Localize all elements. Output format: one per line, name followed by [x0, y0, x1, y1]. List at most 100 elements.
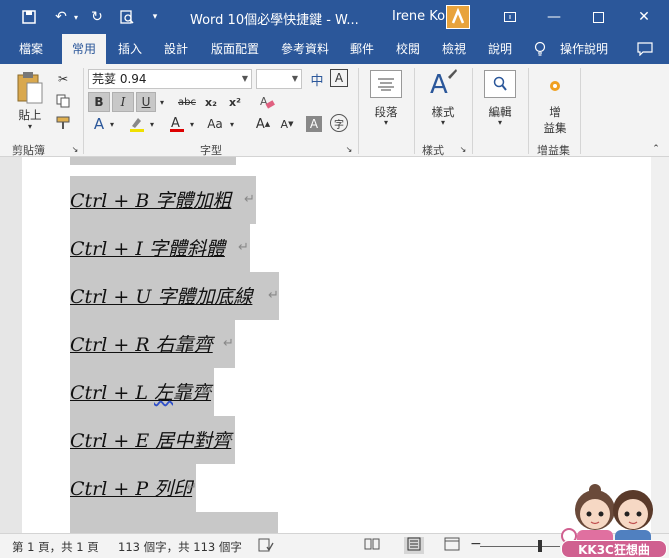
tab-references[interactable]: 參考資料 [274, 34, 336, 64]
ribbon-tabs: 檔案 常用 插入 設計 版面配置 參考資料 郵件 校閱 檢視 說明 操作說明 [0, 34, 669, 64]
document-line-text: Ctrl + L 左靠齊 [70, 378, 211, 405]
document-line-partial[interactable] [70, 157, 236, 165]
tab-file[interactable]: 檔案 [8, 34, 54, 64]
separator [528, 68, 529, 154]
document-line[interactable]: Ctrl + L 左靠齊 ↵ [70, 368, 214, 416]
text-effects-dropdown-icon[interactable]: ▾ [106, 114, 118, 134]
close-icon[interactable]: ✕ [624, 4, 664, 30]
phonetic-guide-button[interactable]: 中 [306, 69, 328, 89]
clear-formatting-icon[interactable]: A [256, 92, 278, 112]
editing-dropdown-icon[interactable]: ▾ [492, 118, 508, 127]
enclose-characters-button[interactable]: 字 [330, 114, 348, 132]
subscript-button[interactable]: x₂ [200, 92, 222, 112]
tab-review[interactable]: 校閱 [388, 34, 428, 64]
ribbon-display-icon[interactable] [490, 4, 530, 30]
maximize-icon[interactable] [578, 4, 618, 30]
undo-dropdown-icon[interactable]: ▾ [70, 6, 82, 28]
tab-home[interactable]: 常用 [62, 34, 106, 64]
font-color-icon[interactable]: A [166, 114, 188, 134]
paragraph-dropdown-icon[interactable]: ▾ [378, 118, 394, 127]
svg-text:A: A [430, 70, 448, 100]
paragraph-mark-icon: ↵ [244, 192, 255, 207]
spelling-flagged-text: 左 [154, 382, 174, 404]
lightbulb-icon[interactable] [534, 41, 548, 57]
read-mode-icon[interactable] [364, 537, 380, 554]
watermark-mascot: KK3C狂想曲 [557, 474, 669, 558]
proofing-icon[interactable] [258, 537, 274, 556]
change-case-button[interactable]: Aa [204, 114, 226, 134]
tab-view[interactable]: 檢視 [434, 34, 474, 64]
superscript-button[interactable]: x² [224, 92, 246, 112]
character-border-button[interactable]: A [330, 69, 348, 87]
bold-button[interactable]: B [88, 92, 110, 112]
paste-icon[interactable] [14, 70, 46, 106]
underline-button[interactable]: U [136, 92, 156, 112]
customize-toolbar-icon[interactable]: ▾ [142, 6, 168, 28]
tell-me-search[interactable]: 操作說明 [560, 34, 608, 64]
document-line[interactable]: Ctrl + U 字體加底線 ↵ [70, 272, 279, 320]
minimize-icon[interactable]: — [534, 4, 574, 30]
change-case-dropdown-icon[interactable]: ▾ [226, 114, 238, 134]
paste-dropdown-icon[interactable]: ▾ [22, 122, 38, 131]
document-line[interactable]: Ctrl + R 右靠齊 ↵ [70, 320, 235, 368]
highlight-dropdown-icon[interactable]: ▾ [146, 114, 158, 134]
tab-layout[interactable]: 版面配置 [204, 34, 266, 64]
page-count[interactable]: 第 1 頁，共 1 頁 [12, 539, 99, 555]
copy-icon[interactable] [54, 92, 72, 110]
font-size-combo[interactable]: ▼ [256, 69, 302, 89]
print-layout-icon[interactable] [404, 537, 424, 554]
highlight-color-icon[interactable] [126, 114, 148, 134]
addins-label-line2[interactable]: 益集 [535, 120, 575, 136]
document-line-text: Ctrl + R 右靠齊 [70, 334, 213, 356]
font-launcher-icon[interactable]: ↘ [344, 144, 354, 154]
character-shading-button[interactable]: A [306, 116, 322, 132]
shrink-font-button[interactable]: A ▼ [276, 114, 298, 134]
addins-icon[interactable] [540, 72, 570, 100]
collapse-ribbon-icon[interactable]: ⌃ [650, 144, 662, 154]
cut-icon[interactable]: ✂ [54, 70, 72, 88]
font-name-combo[interactable]: 芫荽 0.94 ▼ [88, 69, 252, 89]
watermark-text: KK3C狂想曲 [561, 540, 667, 558]
document-line[interactable]: Ctrl + I 字體斜體 ↵ [70, 224, 250, 272]
addins-group-label: 增益集 [537, 144, 570, 157]
paragraph-mark-icon: ↵ [186, 480, 197, 495]
word-count[interactable]: 113 個字，共 113 個字 [118, 539, 242, 555]
styles-dropdown-icon[interactable]: ▾ [435, 118, 451, 127]
format-painter-icon[interactable] [54, 114, 72, 132]
font-size-dropdown-icon[interactable]: ▼ [292, 70, 298, 88]
italic-button[interactable]: I [112, 92, 134, 112]
styles-icon[interactable]: A [426, 68, 460, 102]
paste-label[interactable]: 貼上 [15, 107, 45, 123]
svg-text:A: A [171, 116, 180, 131]
styles-launcher-icon[interactable]: ↘ [458, 144, 468, 154]
zoom-slider-thumb[interactable] [538, 540, 542, 552]
print-preview-icon[interactable] [114, 6, 140, 28]
paragraph-icon[interactable] [370, 70, 402, 98]
underline-dropdown-icon[interactable]: ▾ [156, 92, 168, 112]
web-layout-icon[interactable] [444, 537, 460, 554]
tab-mailings[interactable]: 郵件 [342, 34, 382, 64]
zoom-slider-track[interactable] [480, 546, 560, 547]
document-title: Word 10個必學快捷鍵 - W... [190, 13, 359, 28]
document-line-partial[interactable] [70, 512, 278, 533]
addins-label-line1[interactable]: 增 [535, 104, 575, 120]
document-line[interactable]: Ctrl + E 居中對齊 ↵ [70, 416, 235, 464]
editing-icon[interactable] [484, 70, 516, 98]
grow-font-button[interactable]: A ▲ [252, 114, 274, 134]
user-avatar[interactable] [446, 5, 470, 29]
strikethrough-button[interactable]: abc [174, 92, 200, 112]
document-line[interactable]: Ctrl + B 字體加粗 ↵ [70, 176, 256, 224]
font-color-dropdown-icon[interactable]: ▾ [186, 114, 198, 134]
user-name[interactable]: Irene Ko [392, 9, 445, 24]
font-name-dropdown-icon[interactable]: ▼ [242, 70, 248, 88]
zoom-out-button[interactable]: − [470, 536, 482, 552]
clipboard-launcher-icon[interactable]: ↘ [70, 144, 80, 154]
redo-icon[interactable]: ↻ [84, 6, 110, 28]
tab-help[interactable]: 說明 [480, 34, 520, 64]
tab-insert[interactable]: 插入 [110, 34, 150, 64]
tab-design[interactable]: 設計 [156, 34, 196, 64]
separator [414, 68, 415, 154]
comments-icon[interactable] [630, 34, 660, 64]
document-line[interactable]: Ctrl + P 列印 ↵ [70, 464, 197, 512]
save-icon[interactable] [16, 6, 42, 28]
